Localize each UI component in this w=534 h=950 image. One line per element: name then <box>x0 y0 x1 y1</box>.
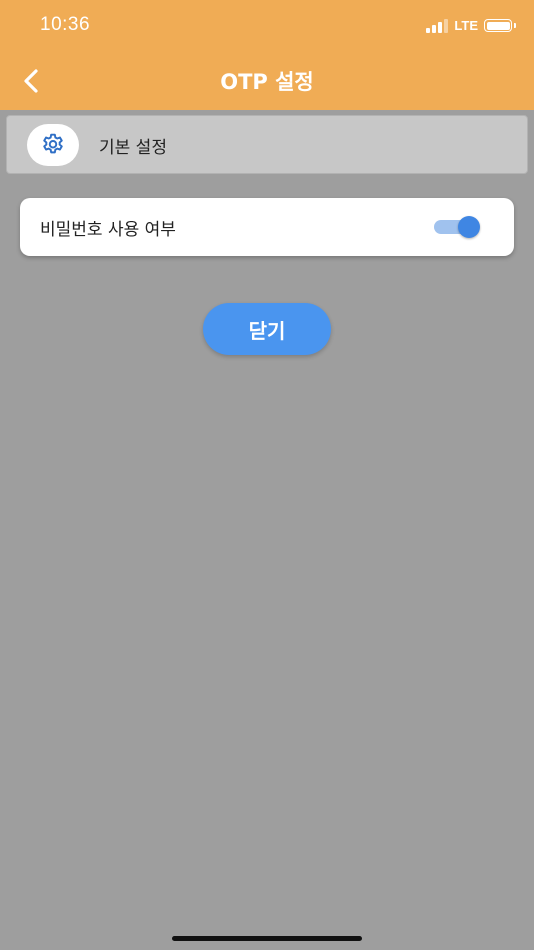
close-button[interactable]: 닫기 <box>203 303 331 355</box>
home-indicator <box>172 936 362 941</box>
section-label: 기본 설정 <box>99 138 167 158</box>
status-bar: 10:36 LTE <box>0 0 534 52</box>
network-label: LTE <box>454 18 478 33</box>
password-usage-toggle[interactable] <box>434 216 480 238</box>
signal-icon <box>426 18 449 33</box>
section-header-basic-settings: 기본 설정 <box>6 115 528 174</box>
page-title: OTP 설정 <box>220 70 314 94</box>
password-usage-setting: 비밀번호 사용 여부 <box>20 198 514 256</box>
gear-icon <box>43 133 63 154</box>
toggle-thumb <box>458 216 480 238</box>
section-icon-container <box>27 124 79 166</box>
nav-bar: OTP 설정 <box>0 52 534 110</box>
battery-icon <box>484 19 516 32</box>
status-time: 10:36 <box>40 14 91 35</box>
status-indicators: LTE <box>426 18 516 33</box>
setting-label: 비밀번호 사용 여부 <box>40 220 176 240</box>
